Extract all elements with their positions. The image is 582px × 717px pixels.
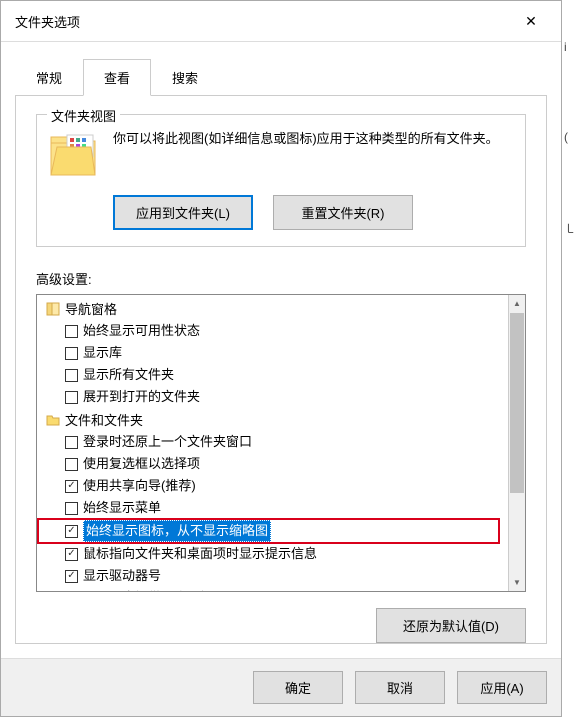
checkbox[interactable] — [65, 458, 78, 471]
titlebar: 文件夹选项 ✕ — [1, 1, 561, 42]
tree-item[interactable]: 展开到打开的文件夹 — [37, 386, 508, 408]
tree-group-label: 导航窗格 — [65, 299, 117, 318]
tab-search[interactable]: 搜索 — [151, 59, 219, 96]
close-icon: ✕ — [525, 13, 537, 30]
tree-item-label: 登录时还原上一个文件夹窗口 — [83, 432, 252, 452]
checkbox[interactable] — [65, 369, 78, 382]
scroll-up-arrow-icon[interactable]: ▲ — [509, 295, 525, 312]
tree-group-label: 文件和文件夹 — [65, 410, 143, 429]
folder-icon — [45, 412, 61, 428]
tree-item-label: 显示驱动器号 — [83, 566, 161, 586]
tree-item[interactable]: 显示所有文件夹 — [37, 364, 508, 386]
cancel-button[interactable]: 取消 — [355, 671, 445, 704]
tree-item[interactable]: 始终显示可用性状态 — [37, 320, 508, 342]
tree-item[interactable]: 使用复选框以选择项 — [37, 453, 508, 475]
tab-bar: 常规 查看 搜索 — [1, 42, 561, 95]
folder-view-group-title: 文件夹视图 — [47, 106, 120, 125]
window-title: 文件夹选项 — [15, 12, 80, 31]
scroll-thumb[interactable] — [510, 313, 524, 493]
checkbox[interactable] — [65, 347, 78, 360]
tree-item[interactable]: 鼠标指向文件夹和桌面项时显示提示信息 — [37, 543, 508, 565]
tree-item[interactable]: 显示驱动器号 — [37, 565, 508, 587]
folder-options-dialog: 文件夹选项 ✕ 常规 查看 搜索 文件夹视图 你可以将此视图(如详细信息或图标)… — [0, 0, 562, 717]
tree-item-label: 显示所有文件夹 — [83, 365, 174, 385]
checkbox[interactable] — [65, 525, 78, 538]
folder-preview-icon — [49, 131, 99, 179]
checkbox[interactable] — [65, 436, 78, 449]
tree-group-files: 文件和文件夹 — [37, 408, 508, 431]
tab-general[interactable]: 常规 — [15, 59, 83, 96]
checkbox[interactable] — [65, 325, 78, 338]
tree-item-label: 始终显示菜单 — [83, 498, 161, 518]
tree-item[interactable]: 始终显示菜单 — [37, 497, 508, 519]
checkbox[interactable] — [65, 480, 78, 493]
reset-folders-button[interactable]: 重置文件夹(R) — [273, 195, 413, 230]
tree-group-navigation: 导航窗格 — [37, 297, 508, 320]
tree-item[interactable]: 显示库 — [37, 342, 508, 364]
tab-view[interactable]: 查看 — [83, 59, 151, 96]
background-fragment: i ( ㇄ — [564, 30, 582, 313]
tab-content: 文件夹视图 你可以将此视图(如详细信息或图标)应用于这种类型的所有文件夹。 应用… — [15, 95, 547, 644]
tree-item[interactable]: 显示同步提供程序通知 — [37, 587, 508, 591]
restore-defaults-button[interactable]: 还原为默认值(D) — [376, 608, 526, 643]
tree-item-label: 使用共享向导(推荐) — [83, 476, 196, 496]
checkbox[interactable] — [65, 502, 78, 515]
dialog-footer: 确定 取消 应用(A) — [1, 658, 561, 716]
tree-item[interactable]: 登录时还原上一个文件夹窗口 — [37, 431, 508, 453]
folder-view-description: 你可以将此视图(如详细信息或图标)应用于这种类型的所有文件夹。 — [113, 129, 513, 150]
advanced-settings-label: 高级设置: — [36, 269, 526, 288]
nav-pane-icon — [45, 301, 61, 317]
tree-item-label: 始终显示可用性状态 — [83, 321, 200, 341]
checkbox[interactable] — [65, 570, 78, 583]
tree-item-label: 鼠标指向文件夹和桌面项时显示提示信息 — [83, 544, 317, 564]
ok-button[interactable]: 确定 — [253, 671, 343, 704]
scroll-down-arrow-icon[interactable]: ▼ — [509, 574, 525, 591]
scrollbar[interactable]: ▲ ▼ — [508, 295, 525, 591]
checkbox[interactable] — [65, 548, 78, 561]
tree-item-label: 始终显示图标，从不显示缩略图 — [83, 520, 271, 542]
close-button[interactable]: ✕ — [511, 9, 551, 33]
checkbox[interactable] — [65, 391, 78, 404]
tree-item-label: 展开到打开的文件夹 — [83, 387, 200, 407]
tree-item-label: 使用复选框以选择项 — [83, 454, 200, 474]
apply-button[interactable]: 应用(A) — [457, 671, 547, 704]
advanced-settings-tree: 导航窗格 始终显示可用性状态显示库显示所有文件夹展开到打开的文件夹 文件和文件夹… — [36, 294, 526, 592]
tree-item-label: 显示同步提供程序通知 — [83, 588, 213, 591]
tree-item[interactable]: 始终显示图标，从不显示缩略图 — [37, 518, 500, 544]
tree-item[interactable]: 使用共享向导(推荐) — [37, 475, 508, 497]
apply-to-folders-button[interactable]: 应用到文件夹(L) — [113, 195, 253, 230]
tree-item-label: 显示库 — [83, 343, 122, 363]
folder-view-group: 文件夹视图 你可以将此视图(如详细信息或图标)应用于这种类型的所有文件夹。 应用… — [36, 114, 526, 247]
tree-content: 导航窗格 始终显示可用性状态显示库显示所有文件夹展开到打开的文件夹 文件和文件夹… — [37, 295, 508, 591]
